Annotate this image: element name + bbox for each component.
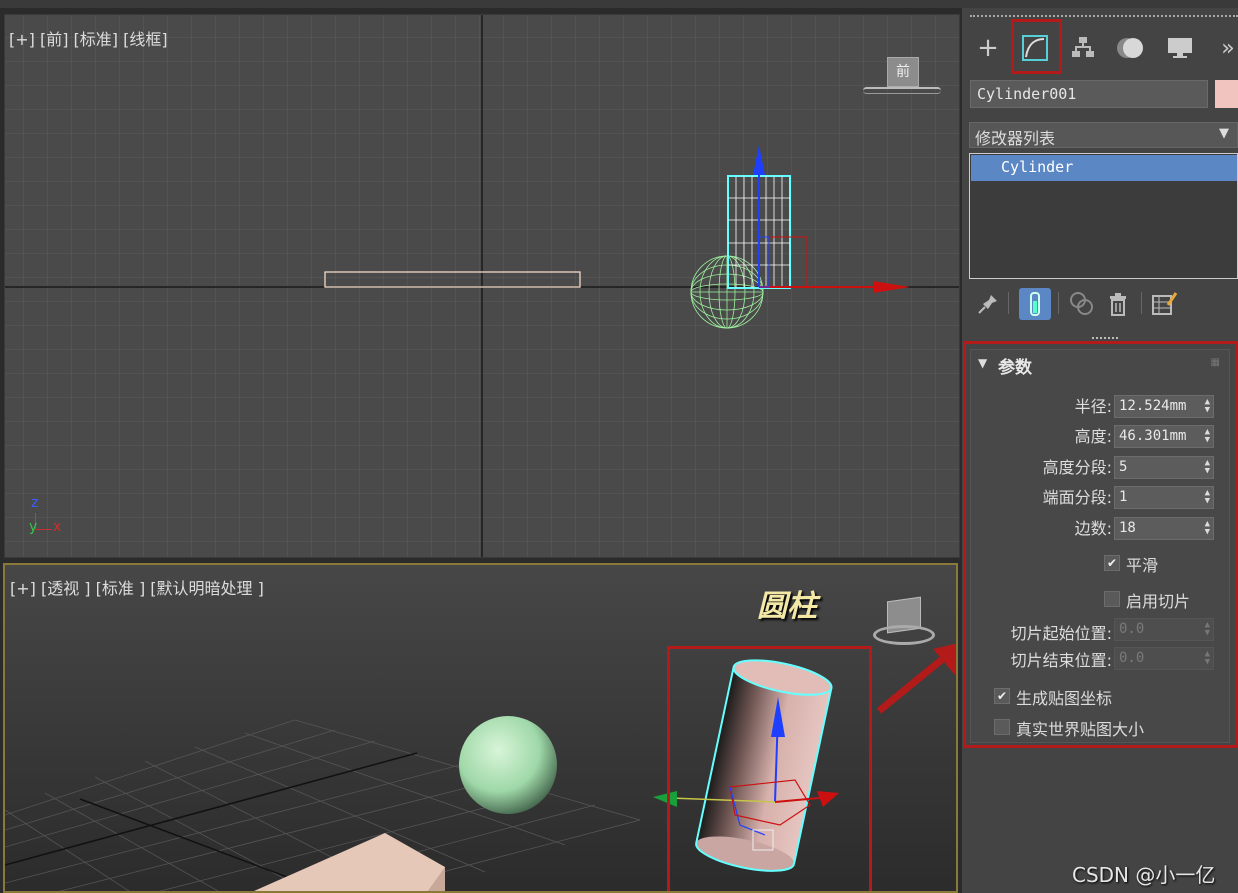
pin-stack-icon[interactable] — [972, 288, 1004, 320]
axis-x-label: x — [53, 519, 62, 535]
viewcube-face[interactable]: 前 — [887, 57, 919, 87]
display-icon[interactable] — [1160, 28, 1200, 68]
perspective-viewport-label[interactable]: [+] [透视 ] [标准 ] [默认明暗处理 ] — [10, 575, 264, 599]
make-unique-icon[interactable] — [1066, 288, 1098, 320]
modifier-stack[interactable]: Cylinder — [969, 153, 1238, 279]
highlight-arrow — [876, 643, 956, 714]
stack-item-label: Cylinder — [1001, 158, 1074, 176]
axis-z-label: z — [31, 495, 39, 511]
separator — [1008, 292, 1009, 314]
show-end-result-icon[interactable] — [1019, 288, 1051, 320]
hierarchy-icon[interactable] — [1063, 28, 1103, 68]
stack-item-cylinder[interactable]: Cylinder — [971, 155, 1237, 181]
object-color-swatch[interactable] — [1215, 80, 1238, 108]
remove-modifier-icon[interactable] — [1102, 288, 1134, 320]
separator — [1058, 292, 1059, 314]
annotation-cylinder: 圆柱 — [757, 589, 817, 624]
chevron-down-icon: ▼ — [1219, 126, 1229, 141]
sphere-object — [459, 716, 557, 814]
more-icon[interactable]: » — [1208, 28, 1238, 68]
viewcube-ring[interactable] — [863, 87, 941, 94]
separator — [1141, 292, 1142, 314]
modifier-list-dropdown[interactable]: 修改器列表 ▼ — [969, 122, 1238, 148]
viewcube[interactable]: 前 — [863, 57, 943, 97]
modifier-list-label: 修改器列表 — [975, 129, 1056, 148]
create-icon[interactable]: + — [968, 28, 1008, 68]
motion-icon[interactable] — [1111, 28, 1151, 68]
highlight-box-cylinder — [667, 646, 872, 891]
configure-sets-icon[interactable] — [1148, 288, 1180, 320]
title-strip — [0, 0, 1238, 8]
front-viewport[interactable]: [+] [前] [标准] [线框] 前 z y x — [4, 14, 960, 558]
object-name-field[interactable]: Cylinder001 — [970, 80, 1208, 108]
front-viewport-label[interactable]: [+] [前] [标准] [线框] — [9, 26, 168, 50]
highlight-box-parameters — [963, 341, 1238, 748]
watermark: CSDN @小一亿 — [1072, 863, 1216, 887]
axis-tripod: z y x — [27, 495, 77, 535]
front-grid — [5, 15, 959, 557]
axis-y-label: y — [29, 519, 38, 535]
highlight-box-modify-tab — [1011, 19, 1062, 74]
perspective-viewport[interactable]: [+] [透视 ] [标准 ] [默认明暗处理 ] 圆柱 — [3, 563, 958, 893]
